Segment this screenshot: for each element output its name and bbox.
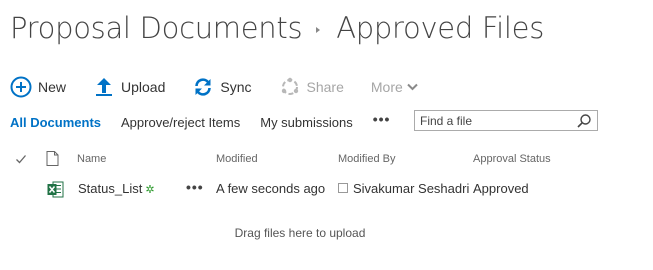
- upload-button[interactable]: Upload: [93, 76, 165, 98]
- search-box: [414, 110, 598, 131]
- drop-zone-hint: Drag files here to upload: [234, 226, 366, 240]
- search-input[interactable]: [420, 113, 570, 128]
- new-button[interactable]: New: [10, 76, 66, 98]
- document-type-icon: [46, 151, 59, 166]
- modified-cell: A few seconds ago: [216, 181, 326, 196]
- view-tabs: All Documents Approve/reject Items My su…: [10, 111, 391, 132]
- chevron-down-icon: [407, 83, 418, 91]
- sync-button[interactable]: Sync: [192, 76, 252, 98]
- column-header-modified[interactable]: Modified: [216, 153, 258, 165]
- file-name-link[interactable]: Status_List: [78, 181, 142, 196]
- new-button-label: New: [38, 79, 67, 95]
- share-button[interactable]: Share: [279, 76, 344, 98]
- share-icon: [279, 76, 301, 98]
- more-views-button[interactable]: •••: [373, 111, 391, 127]
- column-header-approval-status[interactable]: Approval Status: [473, 153, 551, 165]
- page-title: Approved Files: [336, 11, 545, 45]
- column-header-name[interactable]: Name: [77, 153, 106, 165]
- upload-button-label: Upload: [121, 79, 166, 95]
- breadcrumb: Proposal Documents Approved Files: [10, 6, 544, 50]
- plus-circle-icon: [10, 76, 32, 98]
- select-all-checkmark-icon[interactable]: [15, 152, 27, 164]
- search-icon[interactable]: [576, 113, 592, 129]
- file-name-cell: Status_List ✲: [78, 181, 155, 196]
- modified-by-link[interactable]: Sivakumar Seshadri: [353, 181, 469, 196]
- modified-by-cell: Sivakumar Seshadri: [338, 181, 469, 196]
- more-button-label: More: [370, 79, 403, 95]
- presence-icon: [338, 183, 348, 193]
- breadcrumb-separator-icon: [316, 27, 321, 33]
- new-item-icon: ✲: [145, 184, 155, 196]
- tab-approve-reject-items[interactable]: Approve/reject Items: [121, 115, 240, 130]
- more-button[interactable]: More: [371, 79, 418, 95]
- share-button-label: Share: [306, 79, 344, 95]
- breadcrumb-site-link[interactable]: Proposal Documents: [10, 11, 303, 45]
- item-actions-button[interactable]: •••: [186, 179, 204, 195]
- upload-arrow-icon: [93, 76, 115, 98]
- sync-button-label: Sync: [220, 79, 252, 95]
- tab-my-submissions[interactable]: My submissions: [260, 115, 352, 130]
- sync-icon: [192, 76, 214, 98]
- command-bar: New Upload Sync Share More: [10, 76, 445, 98]
- column-header-modified-by[interactable]: Modified By: [338, 153, 395, 165]
- excel-file-icon: [47, 181, 64, 198]
- tab-all-documents[interactable]: All Documents: [10, 115, 101, 130]
- approval-status-cell: Approved: [473, 181, 529, 196]
